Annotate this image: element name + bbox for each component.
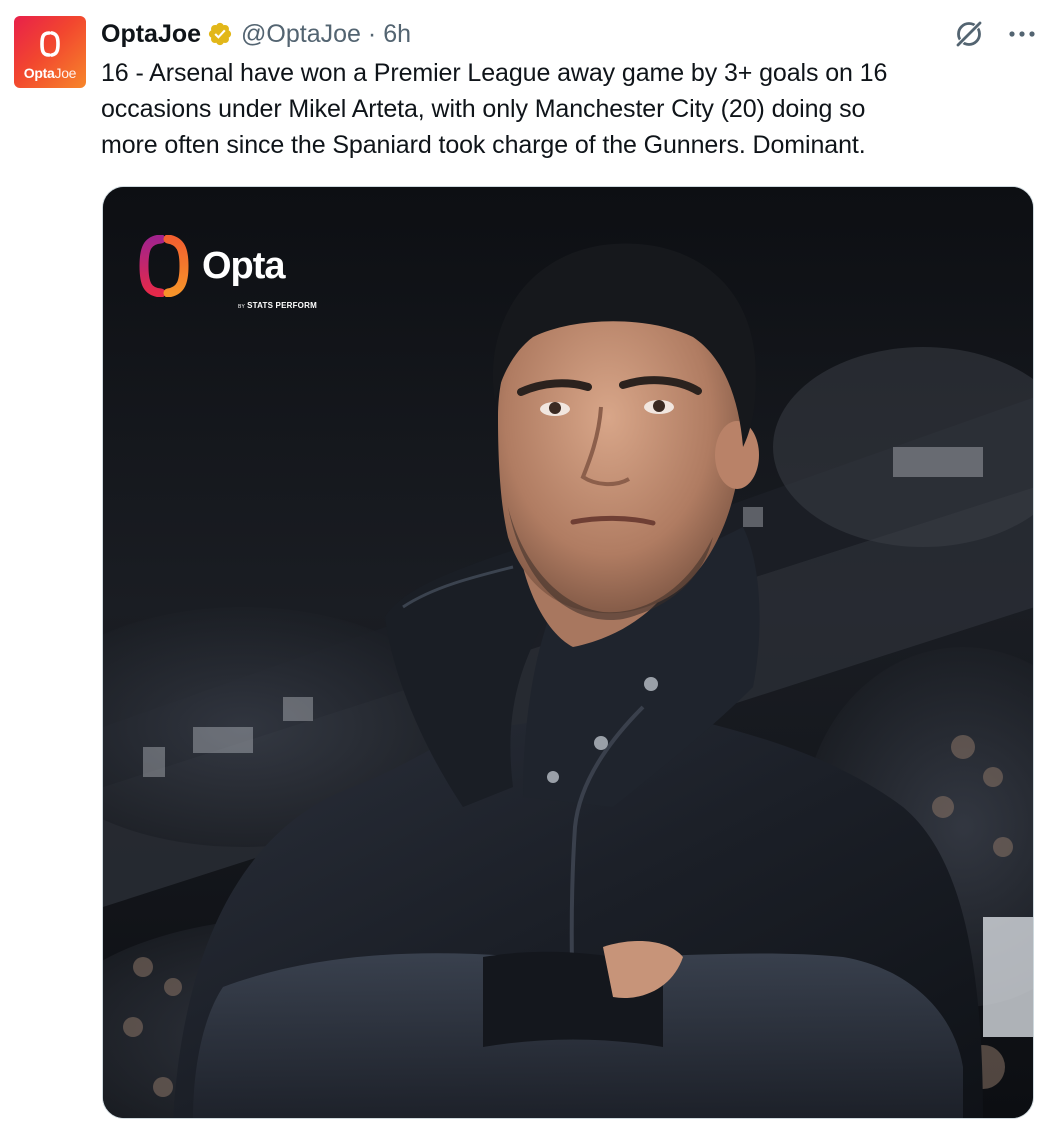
top-actions [952, 17, 1036, 51]
opta-mark-icon [40, 31, 60, 57]
opta-brand-word: Opta BY STATS PERFORM [202, 247, 317, 310]
verified-badge-icon[interactable] [207, 21, 233, 47]
tweet-header: OptaJoe @OptaJoe · 6h [101, 17, 411, 51]
grok-icon[interactable] [952, 17, 986, 51]
avatar-label: OptaJoe [23, 65, 77, 81]
display-name[interactable]: OptaJoe [101, 20, 201, 49]
handle[interactable]: @OptaJoe [241, 20, 361, 49]
separator-dot: · [367, 19, 377, 48]
tweet-card: OptaJoe OptaJoe @OptaJoe · 6h 16 - Arsen… [0, 0, 1054, 1132]
more-options-icon[interactable] [1008, 29, 1036, 39]
timestamp[interactable]: 6h [383, 20, 411, 49]
photo-arteta-icon [103, 187, 1033, 1118]
opta-logo-mark-icon [139, 235, 189, 297]
opta-brand-logo: Opta BY STATS PERFORM [139, 235, 317, 310]
opta-brand-subtitle: BY STATS PERFORM [238, 301, 317, 310]
tweet-media-image[interactable]: Opta BY STATS PERFORM [102, 186, 1034, 1119]
tweet-text: 16 - Arsenal have won a Premier League a… [101, 59, 888, 159]
avatar[interactable]: OptaJoe [14, 16, 86, 88]
